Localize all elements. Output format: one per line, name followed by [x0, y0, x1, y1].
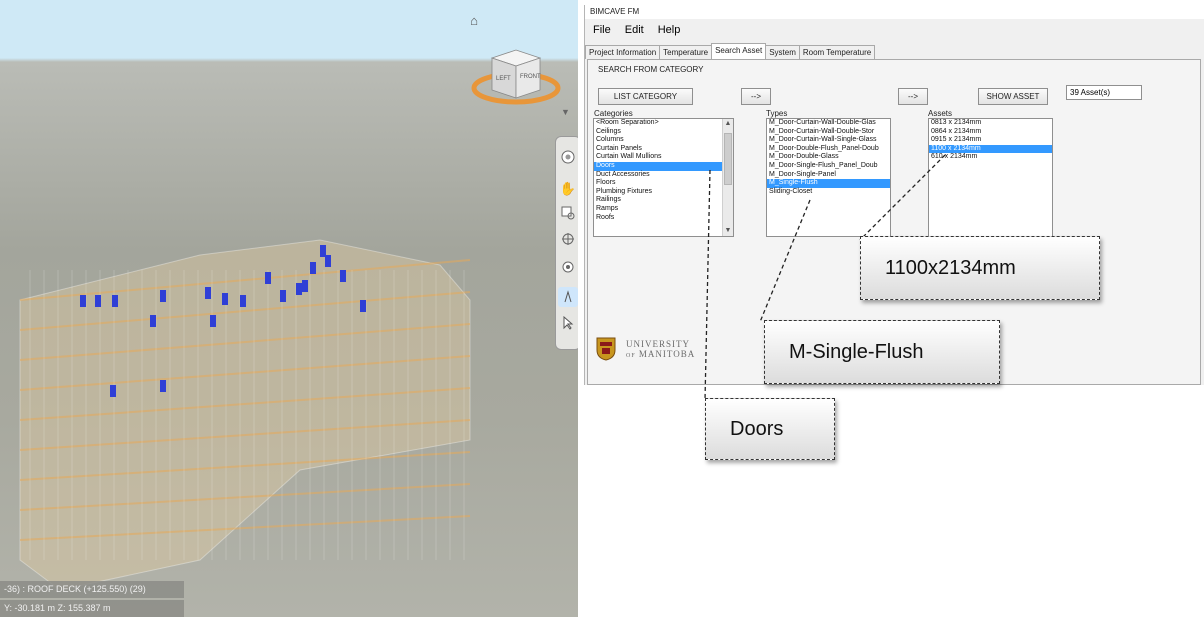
tab-temperature[interactable]: Temperature [659, 45, 713, 59]
type-item[interactable]: M_Door-Double-Flush_Panel-Doub [767, 145, 890, 154]
show-asset-button[interactable]: SHOW ASSET [978, 88, 1048, 105]
viewcube-menu-arrow-icon[interactable]: ▼ [561, 107, 570, 117]
window-title: BIMCAVE FM [585, 5, 1204, 19]
asset-item[interactable]: 0915 x 2134mm [929, 136, 1052, 145]
tab-room-temperature[interactable]: Room Temperature [798, 45, 876, 59]
tab-project-information[interactable]: Project Information [585, 45, 661, 59]
type-item[interactable]: M_Door-Single-Flush_Panel_Doub [767, 162, 890, 171]
orbit-icon[interactable] [558, 229, 578, 249]
asset-item[interactable]: 610 x 2134mm [929, 153, 1052, 162]
viewcube-front-label: FRONT [520, 74, 541, 80]
category-item[interactable]: Curtain Wall Mullions [594, 153, 733, 162]
categories-scrollbar[interactable]: ▲ ▼ [722, 119, 733, 236]
type-item[interactable]: M_Single-Flush [767, 179, 890, 188]
view-cube[interactable]: LEFT FRONT [470, 36, 562, 120]
asset-item[interactable]: 0864 x 2134mm [929, 128, 1052, 137]
door-element [302, 280, 308, 292]
asset-count-field: 39 Asset(s) [1066, 85, 1142, 100]
categories-label: Categories [594, 109, 633, 118]
logo-line-2: MANITOBA [638, 349, 696, 359]
door-element [80, 295, 86, 307]
viewcube-left-label: LEFT [496, 76, 511, 82]
section-title: SEARCH FROM CATEGORY [598, 65, 704, 74]
type-item[interactable]: Sliding-Closet [767, 188, 890, 197]
door-element [296, 283, 302, 295]
category-item[interactable]: Doors [594, 161, 733, 171]
door-element [340, 270, 346, 282]
zoom-icon[interactable] [558, 203, 578, 223]
asset-callout: 1100x2134mm [860, 236, 1100, 300]
category-item[interactable]: Curtain Panels [594, 145, 733, 154]
menu-file[interactable]: File [593, 24, 611, 36]
to-assets-arrow-button[interactable]: --> [898, 88, 928, 105]
menu-edit[interactable]: Edit [625, 24, 644, 36]
category-item[interactable]: Columns [594, 136, 733, 145]
asset-item[interactable]: 1100 x 2134mm [929, 144, 1052, 154]
door-element [110, 385, 116, 397]
door-element [160, 290, 166, 302]
logo-of: OF [626, 353, 636, 359]
tab-search-asset[interactable]: Search Asset [711, 43, 767, 59]
category-item[interactable]: Duct Accessories [594, 171, 733, 180]
door-element [310, 262, 316, 274]
look-icon[interactable] [558, 257, 578, 277]
to-types-arrow-button[interactable]: --> [741, 88, 771, 105]
level-status: -36) : ROOF DECK (+125.550) (29) [0, 581, 184, 598]
types-listbox[interactable]: M_Door-Curtain-Wall-Double-Glas M_Door-Cu… [766, 118, 891, 237]
type-item[interactable]: M_Door-Double-Glass [767, 153, 890, 162]
types-label: Types [766, 109, 788, 118]
tab-system[interactable]: System [765, 45, 800, 59]
scroll-thumb[interactable] [724, 133, 732, 185]
assets-label: Assets [928, 109, 953, 118]
category-item[interactable]: Floors [594, 179, 733, 188]
door-element [205, 287, 211, 299]
category-item[interactable]: Roofs [594, 214, 733, 223]
door-element [95, 295, 101, 307]
university-crest-icon [596, 337, 616, 361]
coordinate-status: Y: -30.181 m Z: 155.387 m [0, 600, 184, 617]
navigation-bar: ✋ [555, 136, 578, 350]
pan-hand-icon[interactable]: ✋ [558, 179, 578, 199]
type-callout: M-Single-Flush [764, 320, 1000, 384]
category-item[interactable]: Ramps [594, 205, 733, 214]
type-item[interactable]: M_Door-Curtain-Wall-Double-Stor [767, 128, 890, 137]
door-element [210, 315, 216, 327]
list-category-button[interactable]: LIST CATEGORY [598, 88, 693, 105]
category-item[interactable]: Ceilings [594, 128, 733, 137]
door-element [150, 315, 156, 327]
door-element [320, 245, 326, 257]
category-item[interactable]: Railings [594, 196, 733, 205]
category-item[interactable]: Plumbing Fixtures [594, 188, 733, 197]
door-element [112, 295, 118, 307]
home-icon[interactable]: ⌂ [466, 13, 482, 28]
door-element [265, 272, 271, 284]
categories-listbox[interactable]: <Room Separation> Ceilings Columns Curtain … [593, 118, 734, 237]
menu-help[interactable]: Help [658, 24, 681, 36]
steering-wheel-icon[interactable] [558, 147, 578, 167]
type-item[interactable]: M_Door-Single-Panel [767, 171, 890, 180]
door-element [222, 293, 228, 305]
type-item[interactable]: M_Door-Curtain-Wall-Single-Glass [767, 136, 890, 145]
type-item[interactable]: M_Door-Curtain-Wall-Double-Glas [767, 119, 890, 128]
category-item[interactable]: <Room Separation> [594, 119, 733, 128]
door-element [280, 290, 286, 302]
asset-item[interactable]: 0813 x 2134mm [929, 119, 1052, 128]
scroll-down-icon[interactable]: ▼ [723, 226, 733, 236]
3d-viewport[interactable]: ⌂ LEFT FRONT ▼ ✋ -36) : ROOF DECK (+125.… [0, 0, 578, 617]
tab-strip: Project Information Temperature Search A… [585, 43, 876, 59]
select-cursor-icon[interactable] [558, 313, 578, 333]
menu-bar: File Edit Help [585, 21, 680, 39]
category-callout: Doors [705, 398, 835, 460]
university-logo-text: UNIVERSITY OF MANITOBA [626, 339, 695, 361]
door-element [160, 380, 166, 392]
walk-icon[interactable] [558, 287, 578, 307]
assets-listbox[interactable]: 0813 x 2134mm 0864 x 2134mm 0915 x 2134mm 1… [928, 118, 1053, 237]
logo-line-1: UNIVERSITY [626, 339, 690, 349]
scroll-up-icon[interactable]: ▲ [723, 119, 733, 129]
door-element [240, 295, 246, 307]
door-element [360, 300, 366, 312]
